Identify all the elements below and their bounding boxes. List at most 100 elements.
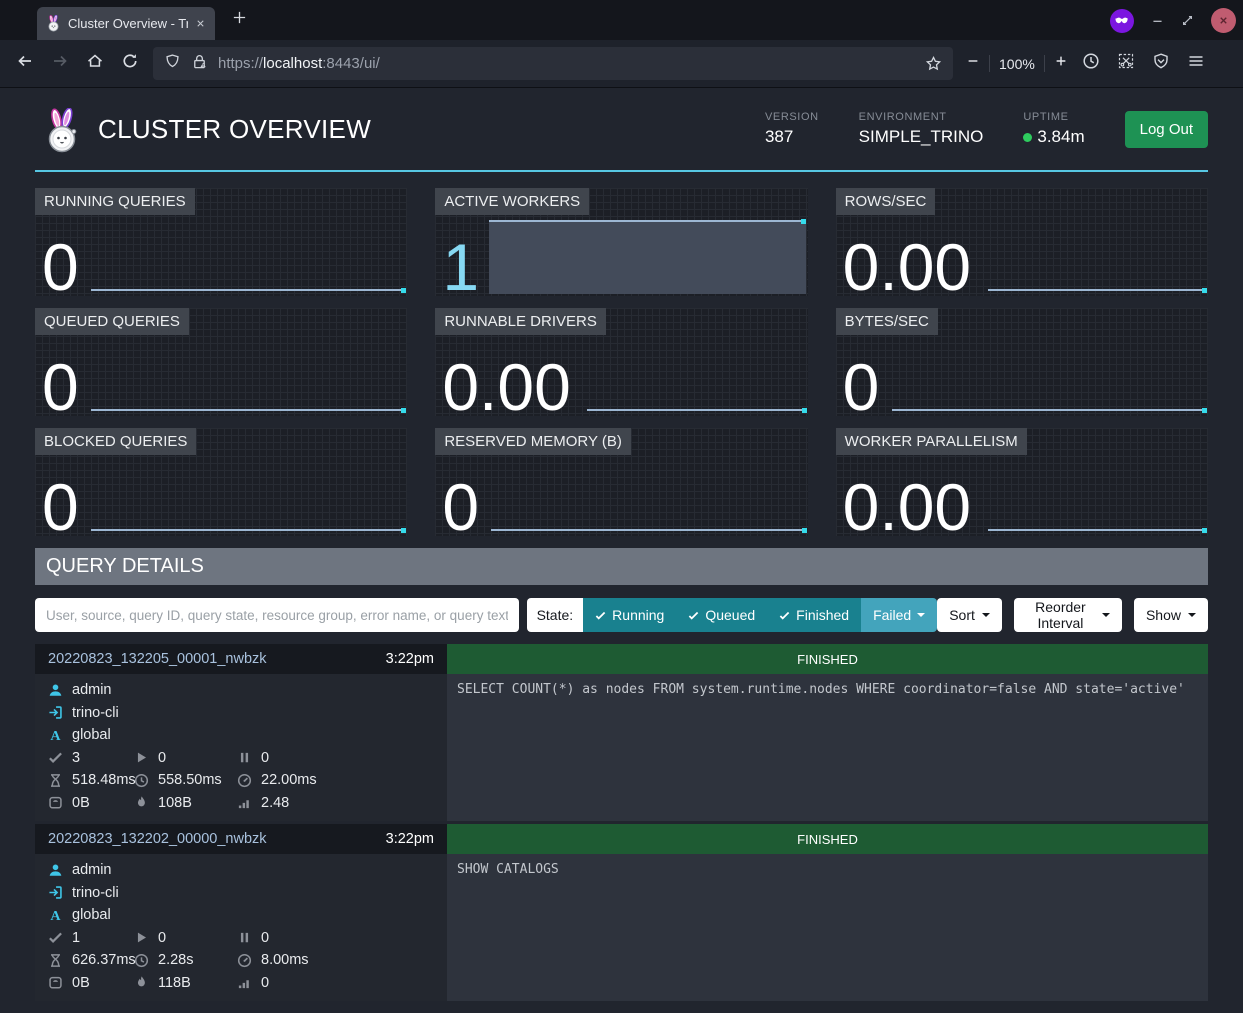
stat-value: 0 bbox=[42, 354, 79, 420]
query-header: 20220823_132202_00000_nwbzk 3:22pm bbox=[35, 824, 447, 854]
back-button[interactable] bbox=[16, 52, 34, 75]
stat-card-queued-queries: QUEUED QUERIES 0 bbox=[35, 308, 407, 416]
stat-value: 0.00 bbox=[442, 354, 570, 420]
browser-toolbar: https://localhost:8443/ui/ 100% bbox=[0, 40, 1243, 88]
environment-info: ENVIRONMENT SIMPLE_TRINO bbox=[859, 111, 984, 147]
parallelism: 0 bbox=[261, 975, 269, 991]
sparkline bbox=[892, 409, 1206, 411]
query-resource-group: global bbox=[72, 907, 111, 923]
query-details-panel: admin trino-cli A global 1 bbox=[35, 854, 447, 1001]
stat-card-rows-sec: ROWS/SEC 0.00 bbox=[836, 188, 1208, 296]
window-maximize-button[interactable] bbox=[1181, 14, 1194, 27]
cumulative-memory: 118B bbox=[158, 975, 191, 991]
sparkline-filled bbox=[489, 220, 805, 294]
stat-card-bytes-sec: BYTES/SEC 0 bbox=[836, 308, 1208, 416]
state-label: State: bbox=[527, 598, 584, 632]
completed-splits: 3 bbox=[72, 750, 80, 766]
separator bbox=[1044, 55, 1045, 72]
logout-button[interactable]: Log Out bbox=[1125, 111, 1208, 148]
sort-dropdown[interactable]: Sort bbox=[937, 598, 1002, 632]
wall-time-hourglass-icon bbox=[48, 953, 63, 968]
query-header: 20220823_132205_00001_nwbzk 3:22pm bbox=[35, 644, 447, 674]
url-host: localhost bbox=[263, 55, 322, 72]
url-text: https://localhost:8443/ui/ bbox=[218, 55, 380, 72]
trino-favicon-icon bbox=[46, 15, 61, 32]
bookmark-star-icon[interactable] bbox=[925, 55, 942, 72]
elapsed-time-clock-icon bbox=[134, 953, 149, 968]
stat-value: 0 bbox=[42, 234, 79, 300]
queued-splits-icon bbox=[237, 930, 252, 945]
current-memory-scale-icon bbox=[48, 795, 63, 810]
url-bar[interactable]: https://localhost:8443/ui/ bbox=[153, 47, 953, 80]
wall-time: 518.48ms bbox=[72, 772, 136, 788]
check-icon bbox=[595, 610, 606, 621]
state-running-button[interactable]: Running bbox=[583, 598, 676, 632]
user-icon bbox=[48, 863, 63, 878]
separator bbox=[989, 55, 990, 72]
source-login-icon bbox=[48, 885, 63, 900]
queued-splits: 0 bbox=[261, 750, 269, 766]
query-filter-toolbar: State: Running Queued Finished Failed So… bbox=[35, 598, 1208, 632]
trino-bunny-logo bbox=[42, 108, 82, 154]
sparkline bbox=[491, 529, 805, 531]
stat-card-active-workers: ACTIVE WORKERS 1 bbox=[435, 188, 807, 296]
browser-tab[interactable]: Cluster Overview - Trino bbox=[37, 7, 215, 40]
query-id-link[interactable]: 20220823_132202_00000_nwbzk bbox=[48, 831, 267, 847]
parallelism-equalizer-icon bbox=[237, 795, 252, 810]
home-button[interactable] bbox=[86, 52, 104, 75]
stat-card-blocked-queries: BLOCKED QUERIES 0 bbox=[35, 428, 407, 536]
app-header: CLUSTER OVERVIEW VERSION 387 ENVIRONMENT… bbox=[35, 88, 1208, 172]
queued-splits-icon bbox=[237, 750, 252, 765]
show-dropdown[interactable]: Show bbox=[1134, 598, 1208, 632]
query-id-link[interactable]: 20220823_132205_00001_nwbzk bbox=[48, 651, 267, 667]
state-failed-dropdown[interactable]: Failed bbox=[861, 598, 937, 632]
new-tab-button[interactable] bbox=[232, 10, 247, 25]
tab-close-icon[interactable] bbox=[195, 18, 206, 29]
query-sql-text: SELECT COUNT(*) as nodes FROM system.run… bbox=[447, 674, 1208, 821]
menu-hamburger-button[interactable] bbox=[1187, 52, 1205, 75]
page-title: CLUSTER OVERVIEW bbox=[98, 114, 371, 145]
sparkline bbox=[91, 409, 405, 411]
cpu-time: 22.00ms bbox=[261, 772, 317, 788]
shield-icon[interactable] bbox=[164, 53, 181, 75]
tab-title: Cluster Overview - Trino bbox=[68, 16, 188, 31]
query-status-badge: FINISHED bbox=[447, 644, 1208, 674]
forward-button[interactable] bbox=[51, 52, 69, 75]
stat-value: 0.00 bbox=[843, 234, 971, 300]
current-memory: 0B bbox=[72, 795, 90, 811]
zoom-in-button[interactable] bbox=[1054, 54, 1068, 73]
state-finished-button[interactable]: Finished bbox=[767, 598, 861, 632]
window-minimize-button[interactable] bbox=[1151, 14, 1164, 27]
completed-splits: 1 bbox=[72, 930, 80, 946]
query-details-header: QUERY DETAILS bbox=[35, 548, 1208, 585]
pocket-shield-button[interactable] bbox=[1152, 52, 1170, 75]
query-source: trino-cli bbox=[72, 705, 119, 721]
zoom-level-button[interactable]: 100% bbox=[999, 56, 1035, 72]
stat-card-worker-parallelism: WORKER PARALLELISM 0.00 bbox=[836, 428, 1208, 536]
zoom-out-button[interactable] bbox=[966, 54, 980, 73]
check-icon bbox=[688, 610, 699, 621]
window-close-button[interactable] bbox=[1211, 8, 1236, 33]
stat-value: 1 bbox=[442, 234, 479, 300]
lock-warning-icon[interactable] bbox=[191, 53, 208, 75]
search-input[interactable] bbox=[35, 598, 519, 632]
stat-value: 0 bbox=[42, 474, 79, 540]
query-user: admin bbox=[72, 862, 112, 878]
reorder-interval-dropdown[interactable]: Reorder Interval bbox=[1014, 598, 1122, 632]
state-queued-button[interactable]: Queued bbox=[676, 598, 767, 632]
running-splits-icon bbox=[134, 750, 149, 765]
history-clock-button[interactable] bbox=[1082, 52, 1100, 75]
cumulative-memory: 108B bbox=[158, 795, 192, 811]
reload-button[interactable] bbox=[121, 52, 139, 75]
wall-time: 626.37ms bbox=[72, 952, 136, 968]
elapsed-time-clock-icon bbox=[134, 773, 149, 788]
current-memory: 0B bbox=[72, 975, 90, 991]
stat-value: 0 bbox=[843, 354, 880, 420]
trino-cluster-overview-page: CLUSTER OVERVIEW VERSION 387 ENVIRONMENT… bbox=[0, 88, 1243, 1013]
cpu-time-gauge-icon bbox=[237, 953, 252, 968]
stat-card-runnable-drivers: RUNNABLE DRIVERS 0.00 bbox=[435, 308, 807, 416]
sparkline bbox=[988, 289, 1206, 291]
screenshot-scissors-button[interactable] bbox=[1117, 52, 1135, 75]
query-row: 20220823_132205_00001_nwbzk 3:22pm admin… bbox=[35, 644, 1208, 821]
caret-down-icon bbox=[917, 613, 925, 617]
